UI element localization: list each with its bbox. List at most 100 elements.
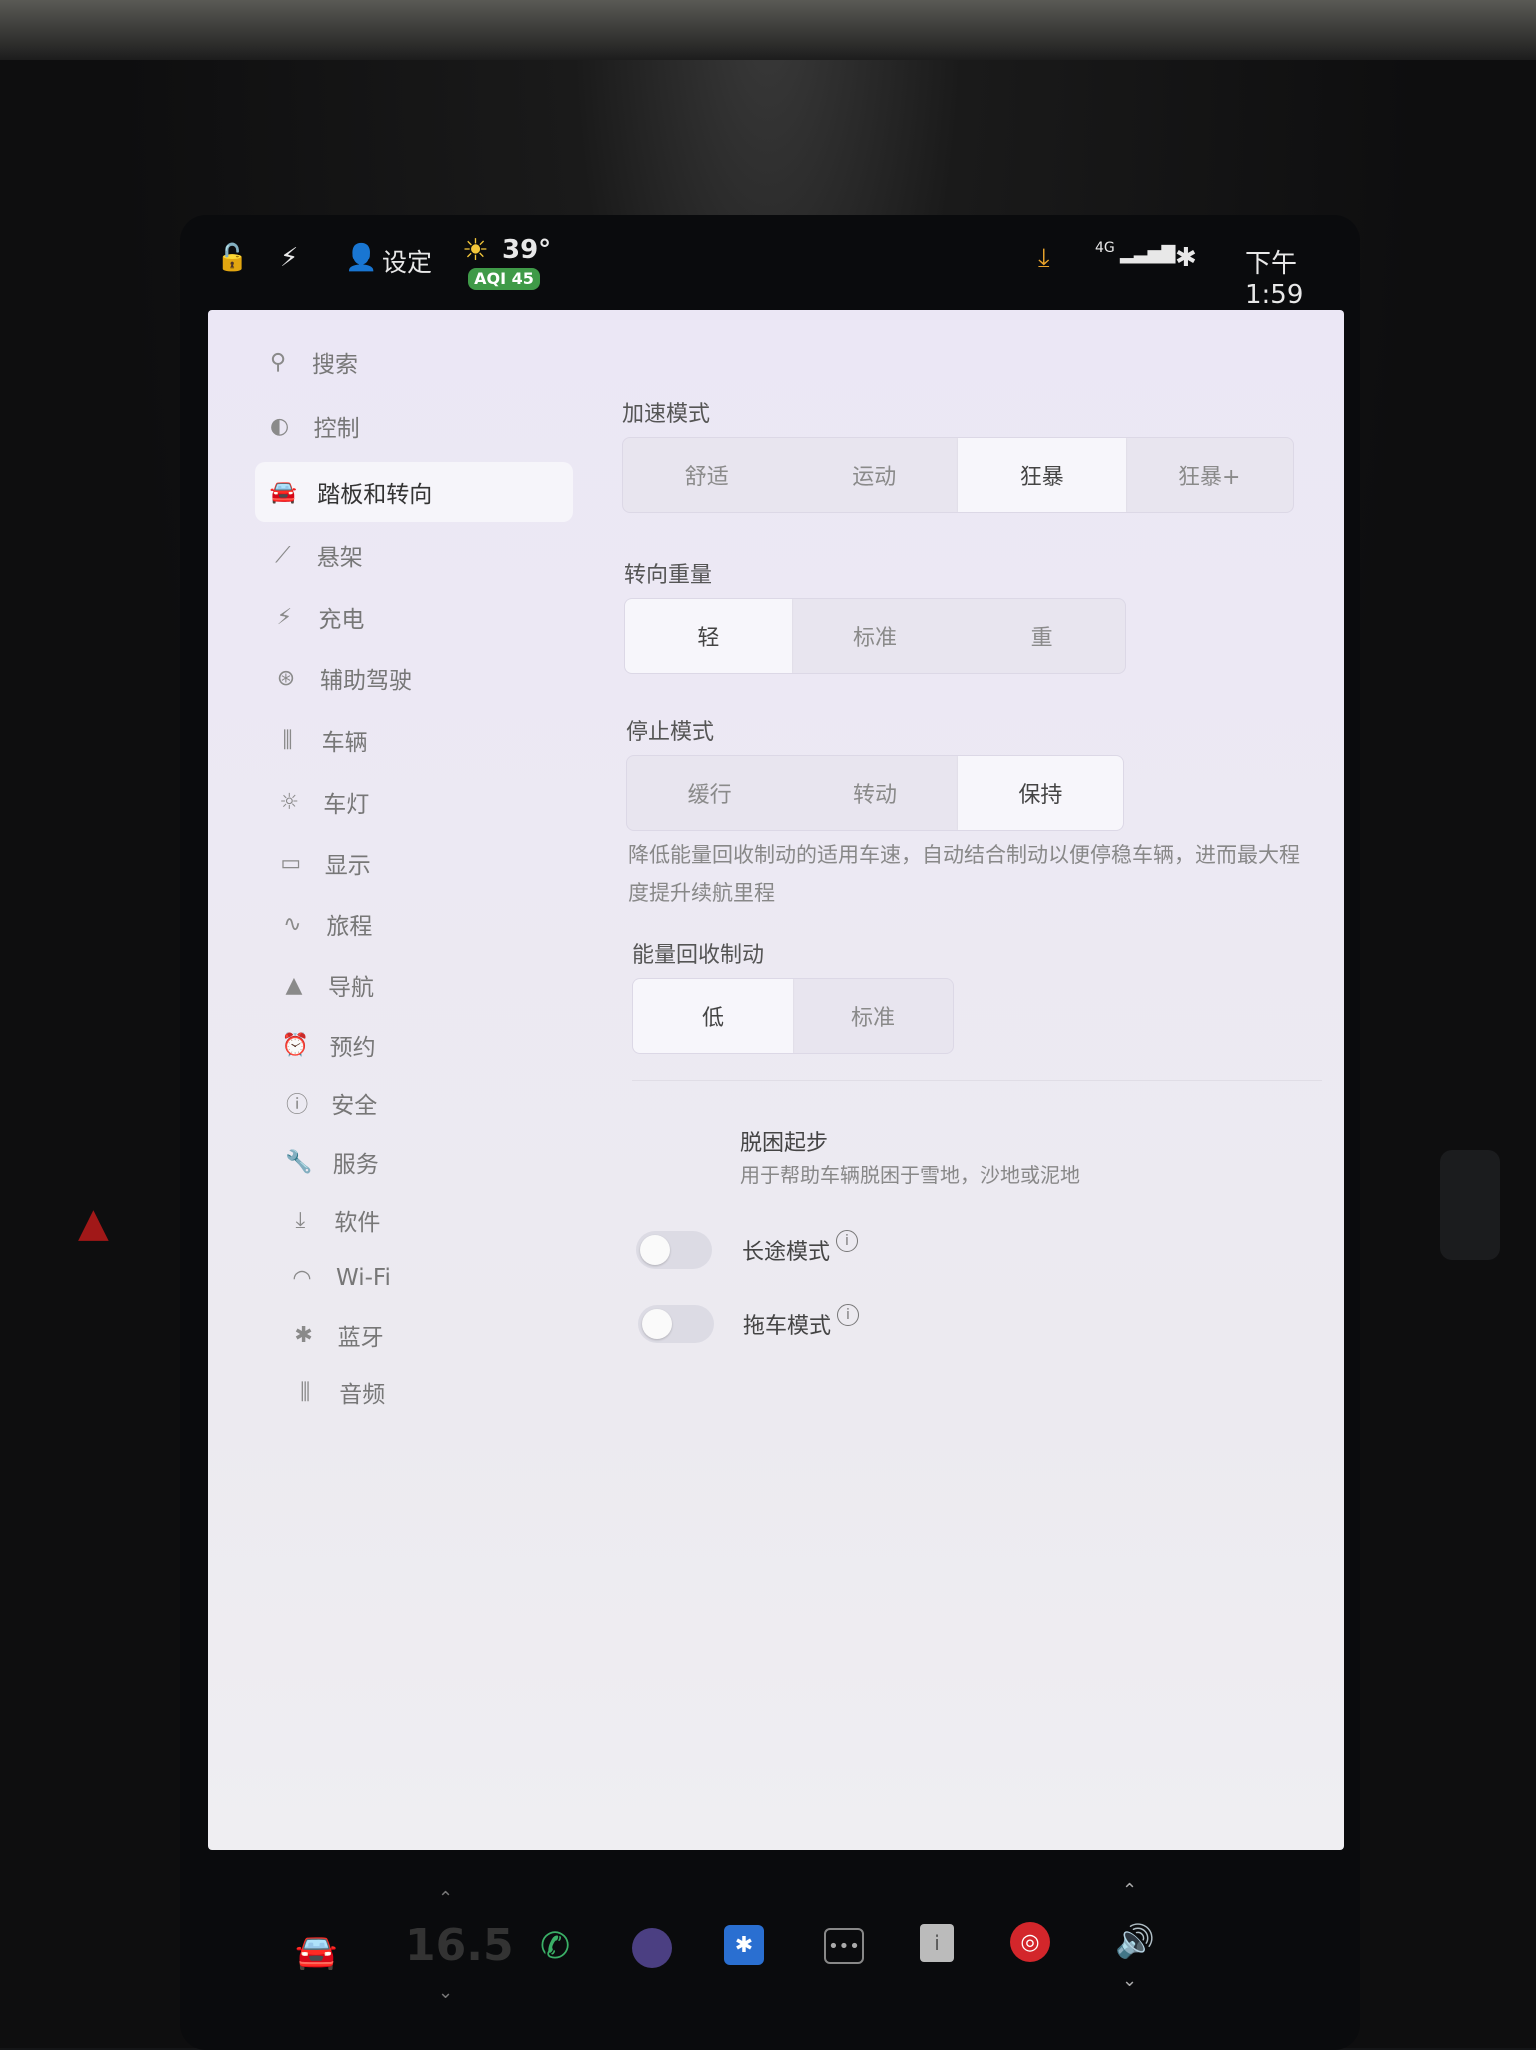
segment-option[interactable]: 缓行 xyxy=(627,756,792,830)
hazard-icon: ▲ xyxy=(78,1200,109,1246)
wifi-icon: ◠ xyxy=(292,1265,312,1291)
volume-up-chevron-icon[interactable]: ⌃ xyxy=(1122,1880,1137,1901)
stop-mode-description: 降低能量回收制动的适用车速，自动结合制动以便停稳车辆，进而最大程度提升续航里程 xyxy=(628,843,1300,905)
long-trip-label: 长途模式 xyxy=(742,1240,831,1265)
chevron-up-icon[interactable]: ⌃ xyxy=(438,1888,453,1909)
segment-option[interactable]: 重 xyxy=(958,599,1125,673)
bluetooth-icon: ✱ xyxy=(294,1322,313,1348)
sidebar-item[interactable]: ✱ 蓝牙 xyxy=(284,1305,383,1365)
car-icon[interactable]: 🚘 xyxy=(295,1932,337,1972)
navigation-icon: ▲ xyxy=(285,972,303,998)
wrench-icon: 🔧 xyxy=(285,1149,313,1175)
sidebar-item[interactable]: ⫼ 车辆 xyxy=(268,710,368,770)
cabin-temperature[interactable]: 16.5 xyxy=(405,1920,514,1971)
stop-mode-title: 停止模式 xyxy=(626,720,715,745)
sidebar-item-label: 悬架 xyxy=(316,545,363,571)
unlock-icon[interactable]: 🔓 xyxy=(216,243,248,273)
manual-icon[interactable]: i xyxy=(920,1924,954,1962)
camera-icon[interactable] xyxy=(632,1928,672,1968)
segment-option[interactable]: 狂暴 xyxy=(958,438,1126,512)
sidebar-item-label: 安全 xyxy=(331,1093,378,1119)
offroad-description: 用于帮助车辆脱困于雪地，沙地或泥地 xyxy=(740,1163,1080,1187)
sidebar-item-label: 旅程 xyxy=(326,914,373,940)
segment-option[interactable]: 转动 xyxy=(792,756,957,830)
sidebar-item-label: Wi-Fi xyxy=(336,1265,391,1291)
trip-icon: ∿ xyxy=(283,911,302,937)
sidebar-item-label: 预约 xyxy=(329,1035,376,1061)
sidebar-item[interactable]: ◐ 控制 xyxy=(260,396,360,456)
steering-title: 转向重量 xyxy=(624,563,713,588)
phone-icon[interactable]: ✆ xyxy=(540,1926,570,1967)
sidebar-item-label: 控制 xyxy=(313,416,360,442)
chevron-down-icon[interactable]: ⌄ xyxy=(438,1982,453,2003)
sidebar-item[interactable]: 🚘 踏板和转向 xyxy=(255,462,574,522)
sidebar-item-label: 显示 xyxy=(324,853,371,879)
music-app-icon[interactable]: ◎ xyxy=(1010,1922,1050,1962)
more-icon[interactable]: ••• xyxy=(824,1928,864,1964)
light-icon: ☼ xyxy=(279,789,300,815)
segment-option[interactable]: 狂暴+ xyxy=(1126,438,1294,512)
long-trip-toggle[interactable] xyxy=(636,1231,712,1269)
segment-option[interactable]: 低 xyxy=(633,979,793,1053)
temperature: 39° xyxy=(502,235,552,265)
segment-option[interactable]: 标准 xyxy=(793,979,953,1053)
sidebar-item-label: 导航 xyxy=(328,975,374,1001)
bluetooth-icon[interactable]: ✱ xyxy=(1175,243,1197,273)
volume-down-chevron-icon[interactable]: ⌄ xyxy=(1122,1970,1137,1991)
sidebar-item[interactable]: ▭ 显示 xyxy=(271,833,371,893)
settings-screen: ⚲ 搜索 ◐ 控制 🚘 踏板和转向 ⟋ 悬架 ⚡ 充电 ⊛ 辅助驾驶 ⫼ 车辆 ☼ 车灯 ▭ 显示 ∿ 旅程 ▲ 导航 ⏰ 预… xyxy=(208,310,1344,1850)
bolt-icon[interactable]: ⚡ xyxy=(280,243,298,273)
sidebar-item[interactable]: 🔧 服务 xyxy=(279,1132,379,1192)
download-icon[interactable]: ⤓ xyxy=(1038,243,1050,274)
sidebar-item[interactable]: ⏰ 预约 xyxy=(276,1015,376,1075)
sidebar-item-label: 充电 xyxy=(318,607,365,633)
bolt-icon: ⚡ xyxy=(276,604,293,630)
profile-icon[interactable]: 👤 xyxy=(345,243,377,273)
acceleration-title: 加速模式 xyxy=(622,402,711,427)
sidebar-item[interactable]: ∿ 旅程 xyxy=(272,894,372,954)
offroad-title: 脱困起步 xyxy=(740,1131,829,1156)
sidebar-item-label: 车辆 xyxy=(321,730,368,756)
sidebar-item-label: 踏板和转向 xyxy=(317,482,433,508)
bottom-dock: 🚘 ⌃ 16.5 ⌄ ✆ ✱ ••• i ◎ ⌃ 🔊 ⌄ xyxy=(200,1870,1350,2020)
sidebar-item[interactable]: ⚡ 充电 xyxy=(264,587,365,647)
steering-wheel-icon: ⊛ xyxy=(276,665,296,691)
volume-icon[interactable]: 🔊 xyxy=(1115,1922,1155,1960)
sidebar-item[interactable]: ⤓ 软件 xyxy=(280,1190,381,1250)
sidebar-item-label: 音频 xyxy=(339,1382,386,1408)
sidebar-item[interactable]: ⊛ 辅助驾驶 xyxy=(266,648,412,708)
info-icon[interactable]: i xyxy=(837,1304,859,1326)
sidebar-item[interactable]: ⫼ 音频 xyxy=(285,1362,385,1422)
steering-selector: 轻标准重 xyxy=(624,598,1126,674)
tow-mode-toggle[interactable] xyxy=(638,1305,714,1343)
regen-title: 能量回收制动 xyxy=(632,943,765,968)
sliders-icon: ⫼ xyxy=(282,727,293,753)
ceiling-glare xyxy=(0,0,1536,60)
sidebar-item[interactable]: ⟋ 悬架 xyxy=(263,525,363,585)
download-icon: ⤓ xyxy=(295,1207,306,1233)
sidebar-item[interactable]: ☼ 车灯 xyxy=(269,772,369,832)
segment-option[interactable]: 舒适 xyxy=(623,438,791,512)
segment-option[interactable]: 标准 xyxy=(792,599,959,673)
bluetooth-icon[interactable]: ✱ xyxy=(724,1925,764,1965)
audio-icon: ⫼ xyxy=(300,1379,311,1405)
stop-mode-selector: 缓行 转动 保持 xyxy=(626,755,1124,831)
search-icon: ⚲ xyxy=(269,349,287,375)
toggle-icon: ◐ xyxy=(269,413,290,439)
segment-option[interactable]: 轻 xyxy=(625,599,792,673)
sidebar-item[interactable]: ⓘ 安全 xyxy=(277,1073,377,1133)
safety-icon: ⓘ xyxy=(286,1093,309,1118)
sidebar-item-label: 搜索 xyxy=(312,352,358,378)
suspension-icon: ⟋ xyxy=(275,542,291,568)
sidebar-item[interactable]: ▲ 导航 xyxy=(274,955,374,1015)
settings-label[interactable]: 设定 xyxy=(382,243,432,279)
sidebar-item[interactable]: ◠ Wi-Fi xyxy=(282,1248,391,1308)
toggle-knob xyxy=(640,1235,670,1265)
toggle-knob xyxy=(642,1309,672,1339)
sidebar-item[interactable]: ⚲ 搜索 xyxy=(258,332,358,392)
sidebar-item-label: 软件 xyxy=(334,1210,381,1236)
segment-option[interactable]: 运动 xyxy=(791,438,959,512)
info-icon[interactable]: i xyxy=(836,1230,858,1252)
segment-option[interactable]: 保持 xyxy=(957,756,1123,830)
side-vent xyxy=(1440,1150,1500,1260)
